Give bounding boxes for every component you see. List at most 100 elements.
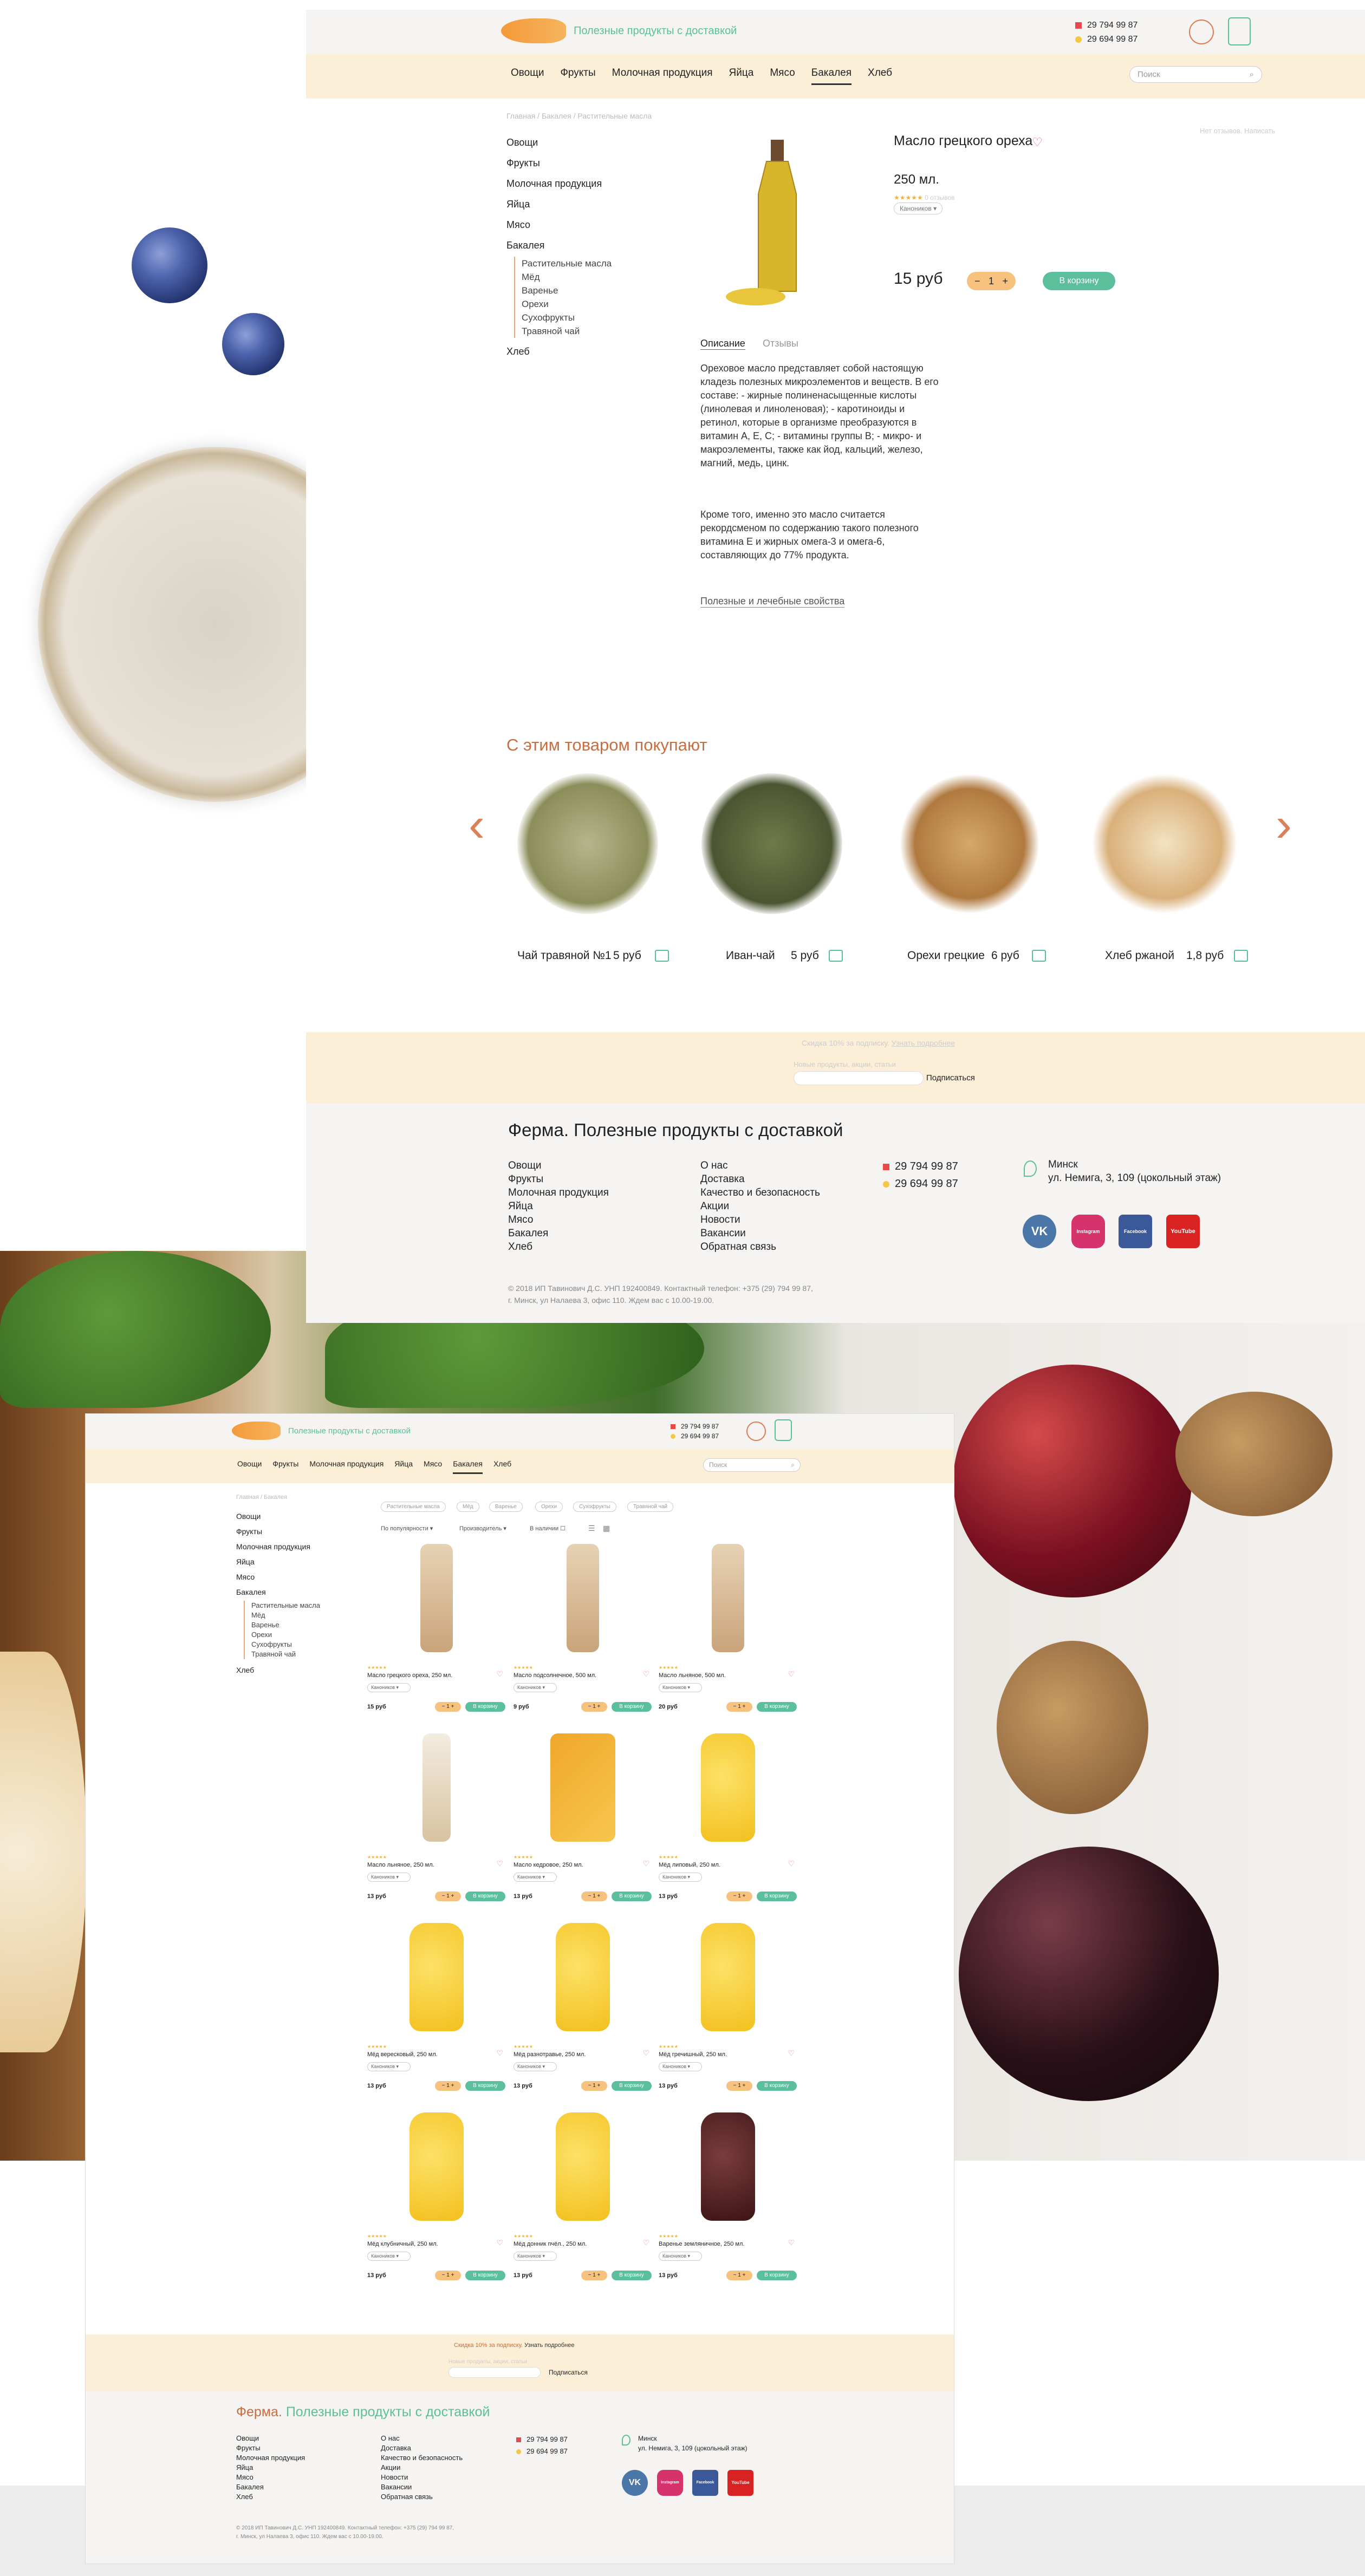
- footer-link[interactable]: Бакалея: [236, 2482, 305, 2492]
- add-to-cart-button[interactable]: В корзину: [612, 2271, 652, 2280]
- product-card[interactable]: ♡ ★★★★★ Масло грецкого ореха, 250 мл. Канон…: [367, 1544, 505, 1712]
- footer-link[interactable]: Акции: [700, 1199, 820, 1213]
- footer-link[interactable]: Бакалея: [508, 1227, 609, 1240]
- footer-link[interactable]: Доставка: [700, 1172, 820, 1186]
- sort-manufacturer[interactable]: Производитель ▾: [459, 1525, 506, 1532]
- product-card[interactable]: ♡ ★★★★★ Варенье земляничное, 250 мл. Канони…: [659, 2112, 797, 2280]
- rec-card[interactable]: Чай травяной №1 5 руб: [517, 773, 669, 968]
- sidebar-item[interactable]: Мясо: [506, 214, 612, 235]
- footer-link[interactable]: Новости: [381, 2473, 463, 2482]
- favorite-heart-icon[interactable]: ♡: [788, 2049, 795, 2058]
- manufacturer-select[interactable]: Каноников ▾: [367, 2062, 411, 2071]
- subscribe-button[interactable]: Подписаться: [926, 1073, 975, 1082]
- sidebar-item[interactable]: Фрукты: [506, 153, 612, 173]
- phone-2[interactable]: 29 694 99 87: [516, 2445, 568, 2457]
- nav-item[interactable]: Овощи: [237, 1459, 262, 1474]
- footer-link[interactable]: Обратная связь: [381, 2492, 463, 2502]
- subcategory-item[interactable]: Растительные масла: [522, 257, 612, 270]
- subcategory-item[interactable]: Орехи: [251, 1630, 320, 1640]
- favorite-heart-icon[interactable]: ♡: [642, 1859, 649, 1868]
- footer-link[interactable]: Фрукты: [236, 2443, 305, 2453]
- footer-link[interactable]: Акции: [381, 2463, 463, 2473]
- subcategory-item[interactable]: Варенье: [522, 284, 612, 297]
- sidebar-item[interactable]: Бакалея: [506, 235, 612, 256]
- subcategory-item[interactable]: Сухофрукты: [251, 1640, 320, 1649]
- favorite-heart-icon[interactable]: ♡: [788, 1859, 795, 1868]
- plus-button[interactable]: +: [1002, 276, 1008, 287]
- product-card[interactable]: ♡ ★★★★★ Мёд вересковый, 250 мл. Каноников ▾…: [367, 1923, 505, 2091]
- in-stock-checkbox[interactable]: В наличии ☐: [530, 1525, 566, 1532]
- footer-link[interactable]: Мясо: [508, 1213, 609, 1227]
- nav-item[interactable]: Молочная продукция: [612, 67, 713, 85]
- manufacturer-select[interactable]: Каноников ▾: [514, 1873, 557, 1882]
- add-to-cart-button[interactable]: В корзину: [757, 1702, 797, 1712]
- chevron-left-icon[interactable]: ‹: [469, 800, 485, 849]
- product-card[interactable]: ♡ ★★★★★ Мёд гречишный, 250 мл. Каноников ▾ 1…: [659, 1923, 797, 2091]
- phone-2[interactable]: 29 694 99 87: [883, 1175, 958, 1192]
- vk-icon[interactable]: VK: [1023, 1215, 1056, 1248]
- quantity-stepper[interactable]: − 1 +: [581, 2081, 607, 2091]
- add-to-cart-button[interactable]: В корзину: [465, 1702, 505, 1712]
- filter-chip[interactable]: Варенье: [489, 1502, 523, 1512]
- subcategory-item[interactable]: Варенье: [251, 1620, 320, 1630]
- manufacturer-select[interactable]: Каноников ▾: [367, 1873, 411, 1882]
- manufacturer-select[interactable]: Каноников ▾: [659, 1873, 702, 1882]
- subcategory-item[interactable]: Травяной чай: [522, 324, 612, 338]
- favorite-heart-icon[interactable]: ♡: [496, 1859, 503, 1868]
- product-card[interactable]: ♡ ★★★★★ Мёд липовый, 250 мл. Каноников ▾ 13 …: [659, 1733, 797, 1901]
- footer-link[interactable]: Яйца: [236, 2463, 305, 2473]
- footer-link[interactable]: Новости: [700, 1213, 820, 1227]
- vk-icon[interactable]: VK: [622, 2470, 648, 2496]
- sidebar-item[interactable]: Яйца: [506, 194, 612, 214]
- favorite-heart-icon[interactable]: ♡: [496, 2049, 503, 2058]
- sidebar-item[interactable]: Фрукты: [236, 1524, 320, 1539]
- phone-1[interactable]: 29 794 99 87: [516, 2434, 568, 2445]
- product-card[interactable]: ♡ ★★★★★ Масло подсолнечное, 500 мл. Каноник…: [514, 1544, 652, 1712]
- youtube-icon[interactable]: YouTube: [1166, 1215, 1200, 1248]
- product-card[interactable]: ♡ ★★★★★ Масло льняное, 250 мл. Каноников ▾ 1…: [367, 1733, 505, 1901]
- instagram-icon[interactable]: Instagram: [1071, 1215, 1105, 1248]
- product-name[interactable]: Масло грецкого ореха, 250 мл.: [367, 1672, 505, 1679]
- nav-item[interactable]: Хлеб: [868, 67, 892, 85]
- nav-item[interactable]: Яйца: [394, 1459, 413, 1474]
- favorite-heart-icon[interactable]: ♡: [496, 1669, 503, 1679]
- grid-view-icon[interactable]: ▦: [603, 1524, 610, 1533]
- quantity-stepper[interactable]: − 1 +: [726, 2081, 752, 2091]
- sidebar-item[interactable]: Яйца: [236, 1554, 320, 1569]
- sidebar-item[interactable]: Хлеб: [236, 1662, 320, 1678]
- manufacturer-select[interactable]: Каноников ▾: [659, 2062, 702, 2071]
- cart-icon[interactable]: [1032, 950, 1046, 962]
- nav-item[interactable]: Яйца: [729, 67, 754, 85]
- quantity-stepper[interactable]: − 1 +: [726, 2271, 752, 2280]
- manufacturer-select[interactable]: Каноников ▾: [367, 2252, 411, 2261]
- nav-item-active[interactable]: Бакалея: [811, 67, 852, 85]
- favorite-heart-icon[interactable]: ♡: [496, 2238, 503, 2247]
- footer-link[interactable]: Качество и безопасность: [700, 1186, 820, 1199]
- favorite-heart-icon[interactable]: ♡: [1032, 135, 1043, 149]
- subcategory-item[interactable]: Сухофрукты: [522, 311, 612, 324]
- footer-link[interactable]: Качество и безопасность: [381, 2453, 463, 2463]
- subscribe-button[interactable]: Подписаться: [549, 2369, 588, 2376]
- quantity-stepper[interactable]: − 1 +: [435, 2271, 461, 2280]
- tab-description[interactable]: Описание: [700, 338, 745, 350]
- user-account-icon[interactable]: [1189, 19, 1214, 44]
- quantity-stepper[interactable]: − 1 +: [581, 1892, 607, 1901]
- manufacturer-select[interactable]: Каноников ▾: [367, 1683, 411, 1692]
- add-to-cart-button[interactable]: В корзину: [465, 2081, 505, 2091]
- add-to-cart-button[interactable]: В корзину: [1043, 272, 1115, 290]
- quantity-stepper[interactable]: − 1 +: [726, 1702, 752, 1712]
- footer-link[interactable]: Обратная связь: [700, 1240, 820, 1254]
- add-to-cart-button[interactable]: В корзину: [465, 2271, 505, 2280]
- nav-item[interactable]: Овощи: [511, 67, 544, 85]
- favorite-heart-icon[interactable]: ♡: [642, 2049, 649, 2058]
- sidebar-item[interactable]: Молочная продукция: [236, 1539, 320, 1554]
- footer-link[interactable]: Хлеб: [236, 2492, 305, 2502]
- footer-link[interactable]: Молочная продукция: [236, 2453, 305, 2463]
- subcategory-item[interactable]: Травяной чай: [251, 1649, 320, 1659]
- sort-popularity[interactable]: По популярности ▾: [381, 1525, 433, 1532]
- breadcrumb[interactable]: Главная / Бакалея: [236, 1494, 287, 1501]
- product-name[interactable]: Масло подсолнечное, 500 мл.: [514, 1672, 652, 1679]
- email-field[interactable]: [448, 2367, 541, 2378]
- sidebar-item[interactable]: Молочная продукция: [506, 173, 612, 194]
- phone-1[interactable]: 29 794 99 87: [671, 1421, 719, 1431]
